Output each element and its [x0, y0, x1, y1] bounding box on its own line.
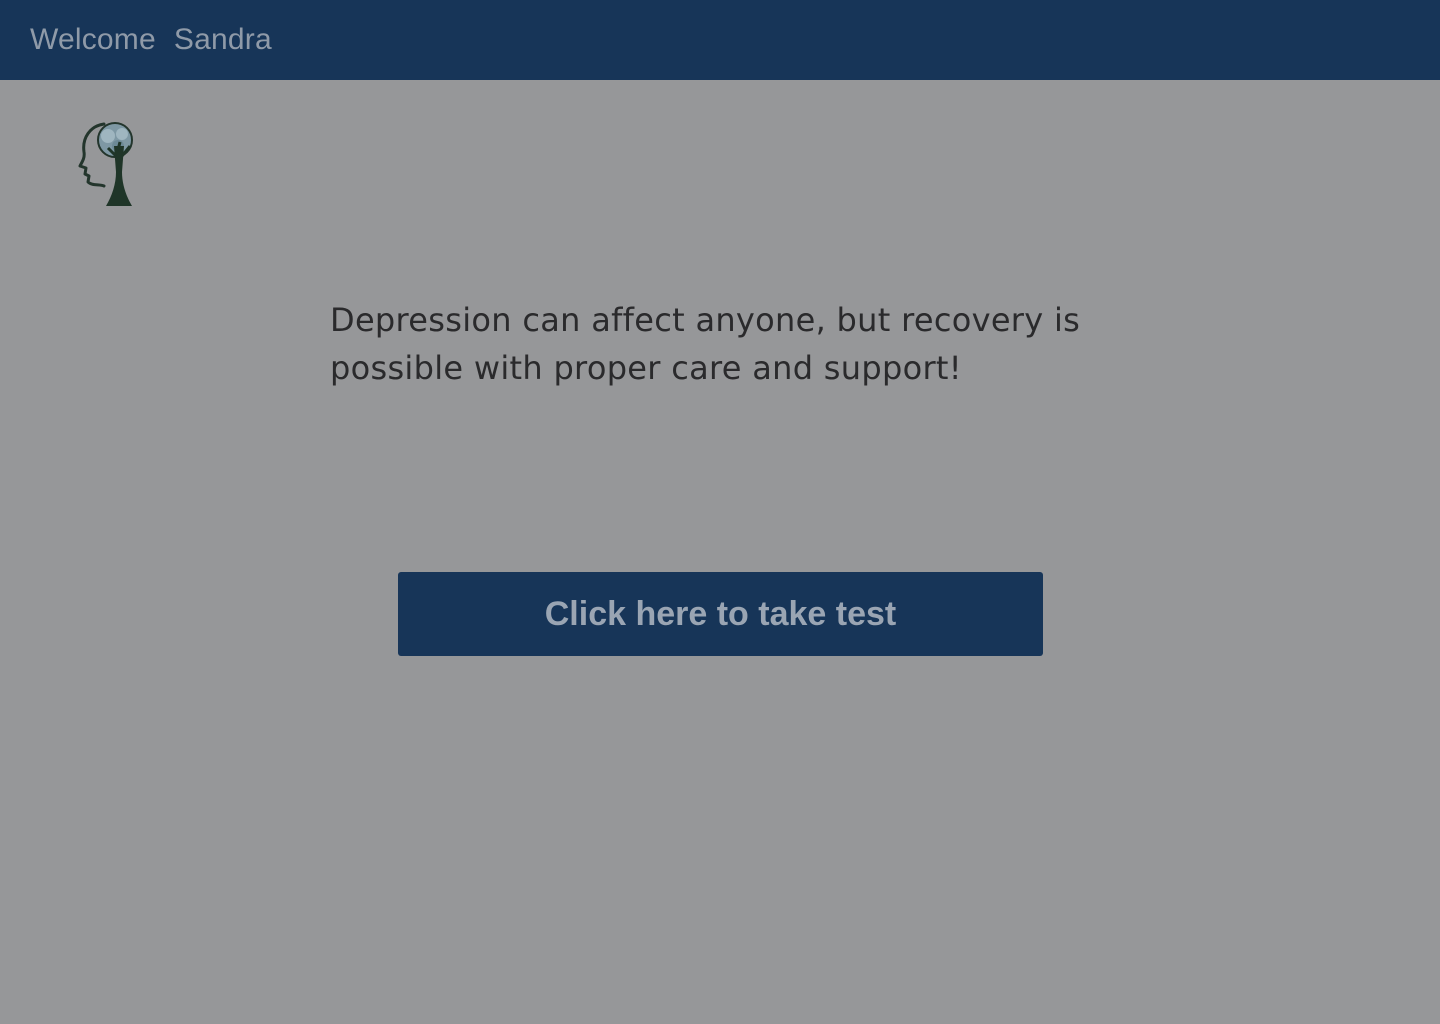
user-name: Sandra — [173, 23, 272, 56]
welcome-label: Welcome — [30, 23, 156, 56]
top-header-bar: Welcome Sandra — [0, 0, 1440, 80]
take-test-button[interactable]: Click here to take test — [398, 572, 1043, 656]
support-message: Depression can affect anyone, but recove… — [330, 301, 1081, 387]
head-tree-icon — [70, 112, 154, 212]
